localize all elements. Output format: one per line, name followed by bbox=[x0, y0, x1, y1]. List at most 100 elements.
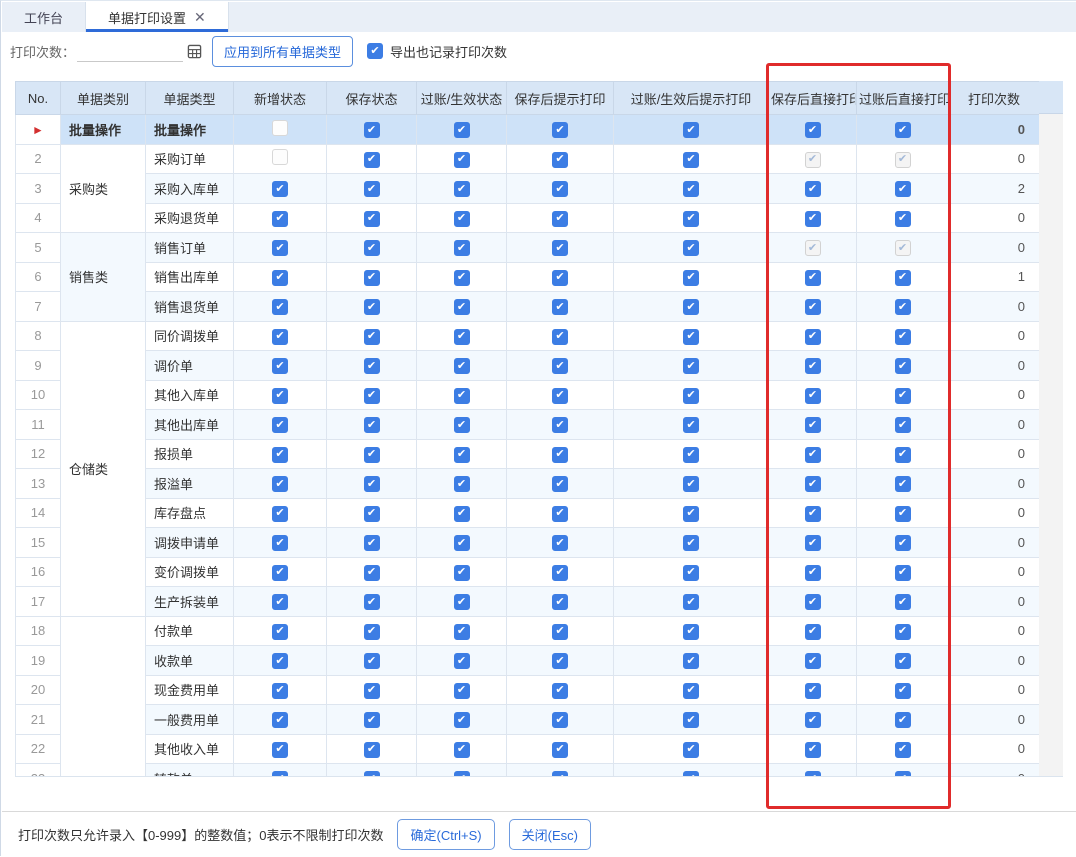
post_direct_print-checkbox[interactable]: ✔ bbox=[895, 476, 911, 492]
add_status-checkbox[interactable]: ✔ bbox=[272, 624, 288, 640]
post_prompt_print-checkbox[interactable]: ✔ bbox=[683, 417, 699, 433]
add_status-checkbox[interactable]: ✔ bbox=[272, 594, 288, 610]
post_status-checkbox[interactable]: ✔ bbox=[454, 388, 470, 404]
save_prompt_print-checkbox[interactable]: ✔ bbox=[552, 683, 568, 699]
save_prompt_print-checkbox[interactable]: ✔ bbox=[552, 299, 568, 315]
print-count-cell[interactable]: 0 bbox=[949, 115, 1040, 145]
save_prompt_print-checkbox[interactable]: ✔ bbox=[552, 771, 568, 777]
table-row[interactable]: 21一般费用单✔✔✔✔✔✔✔0 bbox=[16, 705, 1040, 735]
table-row[interactable]: 18付款单✔✔✔✔✔✔✔0 bbox=[16, 616, 1040, 646]
post_prompt_print-checkbox[interactable]: ✔ bbox=[683, 388, 699, 404]
post_prompt_print-checkbox[interactable]: ✔ bbox=[683, 329, 699, 345]
post_prompt_print-checkbox[interactable]: ✔ bbox=[683, 594, 699, 610]
post_status-checkbox[interactable]: ✔ bbox=[454, 181, 470, 197]
print-count-cell[interactable]: 0 bbox=[949, 469, 1040, 499]
save_direct_print-checkbox[interactable]: ✔ bbox=[805, 181, 821, 197]
export-record-checkbox[interactable]: ✔ bbox=[367, 43, 383, 59]
table-row[interactable]: 19收款单✔✔✔✔✔✔✔0 bbox=[16, 646, 1040, 676]
save_prompt_print-checkbox[interactable]: ✔ bbox=[552, 624, 568, 640]
post_direct_print-checkbox[interactable]: ✔ bbox=[895, 712, 911, 728]
post_status-checkbox[interactable]: ✔ bbox=[454, 447, 470, 463]
print-count-cell[interactable]: 0 bbox=[949, 587, 1040, 617]
save_prompt_print-checkbox[interactable]: ✔ bbox=[552, 329, 568, 345]
close-tab-icon[interactable]: ✕ bbox=[194, 10, 206, 24]
save_prompt_print-checkbox[interactable]: ✔ bbox=[552, 447, 568, 463]
post_direct_print-checkbox[interactable]: ✔ bbox=[895, 594, 911, 610]
tab-workbench[interactable]: 工作台 bbox=[2, 2, 85, 32]
print-count-cell[interactable]: 0 bbox=[949, 764, 1040, 778]
save_prompt_print-checkbox[interactable]: ✔ bbox=[552, 152, 568, 168]
apply-to-all-button[interactable]: 应用到所有单据类型 bbox=[212, 36, 353, 67]
post_prompt_print-checkbox[interactable]: ✔ bbox=[683, 122, 699, 138]
add_status-checkbox[interactable]: ✔ bbox=[272, 653, 288, 669]
print-count-cell[interactable]: 0 bbox=[949, 380, 1040, 410]
add_status-checkbox[interactable]: ✔ bbox=[272, 270, 288, 286]
table-row[interactable]: 4采购退货单✔✔✔✔✔✔✔0 bbox=[16, 203, 1040, 233]
post_direct_print-checkbox[interactable]: ✔ bbox=[895, 270, 911, 286]
save_direct_print-checkbox[interactable]: ✔ bbox=[805, 771, 821, 777]
save_prompt_print-checkbox[interactable]: ✔ bbox=[552, 388, 568, 404]
post_direct_print-checkbox[interactable]: ✔ bbox=[895, 535, 911, 551]
save_status-checkbox[interactable]: ✔ bbox=[364, 152, 380, 168]
post_direct_print-checkbox[interactable]: ✔ bbox=[895, 181, 911, 197]
table-row[interactable]: 15调拨申请单✔✔✔✔✔✔✔0 bbox=[16, 528, 1040, 558]
post_prompt_print-checkbox[interactable]: ✔ bbox=[683, 771, 699, 777]
print-count-cell[interactable]: 0 bbox=[949, 705, 1040, 735]
save_prompt_print-checkbox[interactable]: ✔ bbox=[552, 476, 568, 492]
save_direct_print-checkbox[interactable]: ✔ bbox=[805, 358, 821, 374]
save_status-checkbox[interactable]: ✔ bbox=[364, 594, 380, 610]
add_status-checkbox[interactable]: ✔ bbox=[272, 329, 288, 345]
post_prompt_print-checkbox[interactable]: ✔ bbox=[683, 240, 699, 256]
print-count-cell[interactable]: 0 bbox=[949, 498, 1040, 528]
add_status-checkbox[interactable]: ✔ bbox=[272, 476, 288, 492]
print-count-cell[interactable]: 0 bbox=[949, 616, 1040, 646]
save_prompt_print-checkbox[interactable]: ✔ bbox=[552, 417, 568, 433]
add_status-checkbox[interactable]: ✔ bbox=[272, 417, 288, 433]
post_direct_print-checkbox[interactable]: ✔ bbox=[895, 771, 911, 777]
post_direct_print-checkbox[interactable]: ✔ bbox=[895, 329, 911, 345]
post_prompt_print-checkbox[interactable]: ✔ bbox=[683, 299, 699, 315]
save_direct_print-checkbox[interactable]: ✔ bbox=[805, 211, 821, 227]
calculator-icon[interactable] bbox=[187, 44, 202, 59]
add_status-checkbox[interactable]: ✔ bbox=[272, 388, 288, 404]
save_direct_print-checkbox[interactable]: ✔ bbox=[805, 653, 821, 669]
post_direct_print-checkbox[interactable]: ✔ bbox=[895, 447, 911, 463]
save_direct_print-checkbox[interactable]: ✔ bbox=[805, 535, 821, 551]
post_prompt_print-checkbox[interactable]: ✔ bbox=[683, 358, 699, 374]
post_status-checkbox[interactable]: ✔ bbox=[454, 771, 470, 777]
post_prompt_print-checkbox[interactable]: ✔ bbox=[683, 270, 699, 286]
add_status-checkbox[interactable]: ✔ bbox=[272, 742, 288, 758]
save_direct_print-checkbox[interactable]: ✔ bbox=[805, 683, 821, 699]
post_prompt_print-checkbox[interactable]: ✔ bbox=[683, 653, 699, 669]
table-row[interactable]: 20现金费用单✔✔✔✔✔✔✔0 bbox=[16, 675, 1040, 705]
add_status-checkbox[interactable]: ✔ bbox=[272, 211, 288, 227]
table-row[interactable]: 8仓储类同价调拨单✔✔✔✔✔✔✔0 bbox=[16, 321, 1040, 351]
post_status-checkbox[interactable]: ✔ bbox=[454, 358, 470, 374]
post_status-checkbox[interactable]: ✔ bbox=[454, 506, 470, 522]
save_direct_print-checkbox[interactable]: ✔ bbox=[805, 624, 821, 640]
print-count-cell[interactable]: 0 bbox=[949, 351, 1040, 381]
print-count-cell[interactable]: 0 bbox=[949, 528, 1040, 558]
table-row[interactable]: ►批量操作批量操作✔✔✔✔✔✔0 bbox=[16, 115, 1040, 145]
table-row[interactable]: 23转款单✔✔✔✔✔✔✔0 bbox=[16, 764, 1040, 778]
post_status-checkbox[interactable]: ✔ bbox=[454, 122, 470, 138]
add_status-checkbox[interactable]: ✔ bbox=[272, 683, 288, 699]
post_prompt_print-checkbox[interactable]: ✔ bbox=[683, 476, 699, 492]
post_status-checkbox[interactable]: ✔ bbox=[454, 565, 470, 581]
save_direct_print-checkbox[interactable]: ✔ bbox=[805, 742, 821, 758]
post_prompt_print-checkbox[interactable]: ✔ bbox=[683, 712, 699, 728]
post_direct_print-checkbox[interactable]: ✔ bbox=[895, 417, 911, 433]
print-count-cell[interactable]: 0 bbox=[949, 410, 1040, 440]
table-row[interactable]: 7销售退货单✔✔✔✔✔✔✔0 bbox=[16, 292, 1040, 322]
save_direct_print-checkbox[interactable]: ✔ bbox=[805, 122, 821, 138]
save_status-checkbox[interactable]: ✔ bbox=[364, 270, 380, 286]
print-count-cell[interactable]: 2 bbox=[949, 174, 1040, 204]
post_direct_print-checkbox[interactable]: ✔ bbox=[895, 683, 911, 699]
print-count-cell[interactable]: 0 bbox=[949, 734, 1040, 764]
post_status-checkbox[interactable]: ✔ bbox=[454, 594, 470, 610]
table-row[interactable]: 9调价单✔✔✔✔✔✔✔0 bbox=[16, 351, 1040, 381]
save_status-checkbox[interactable]: ✔ bbox=[364, 771, 380, 777]
table-row[interactable]: 14库存盘点✔✔✔✔✔✔✔0 bbox=[16, 498, 1040, 528]
post_direct_print-checkbox[interactable]: ✔ bbox=[895, 299, 911, 315]
save_status-checkbox[interactable]: ✔ bbox=[364, 476, 380, 492]
